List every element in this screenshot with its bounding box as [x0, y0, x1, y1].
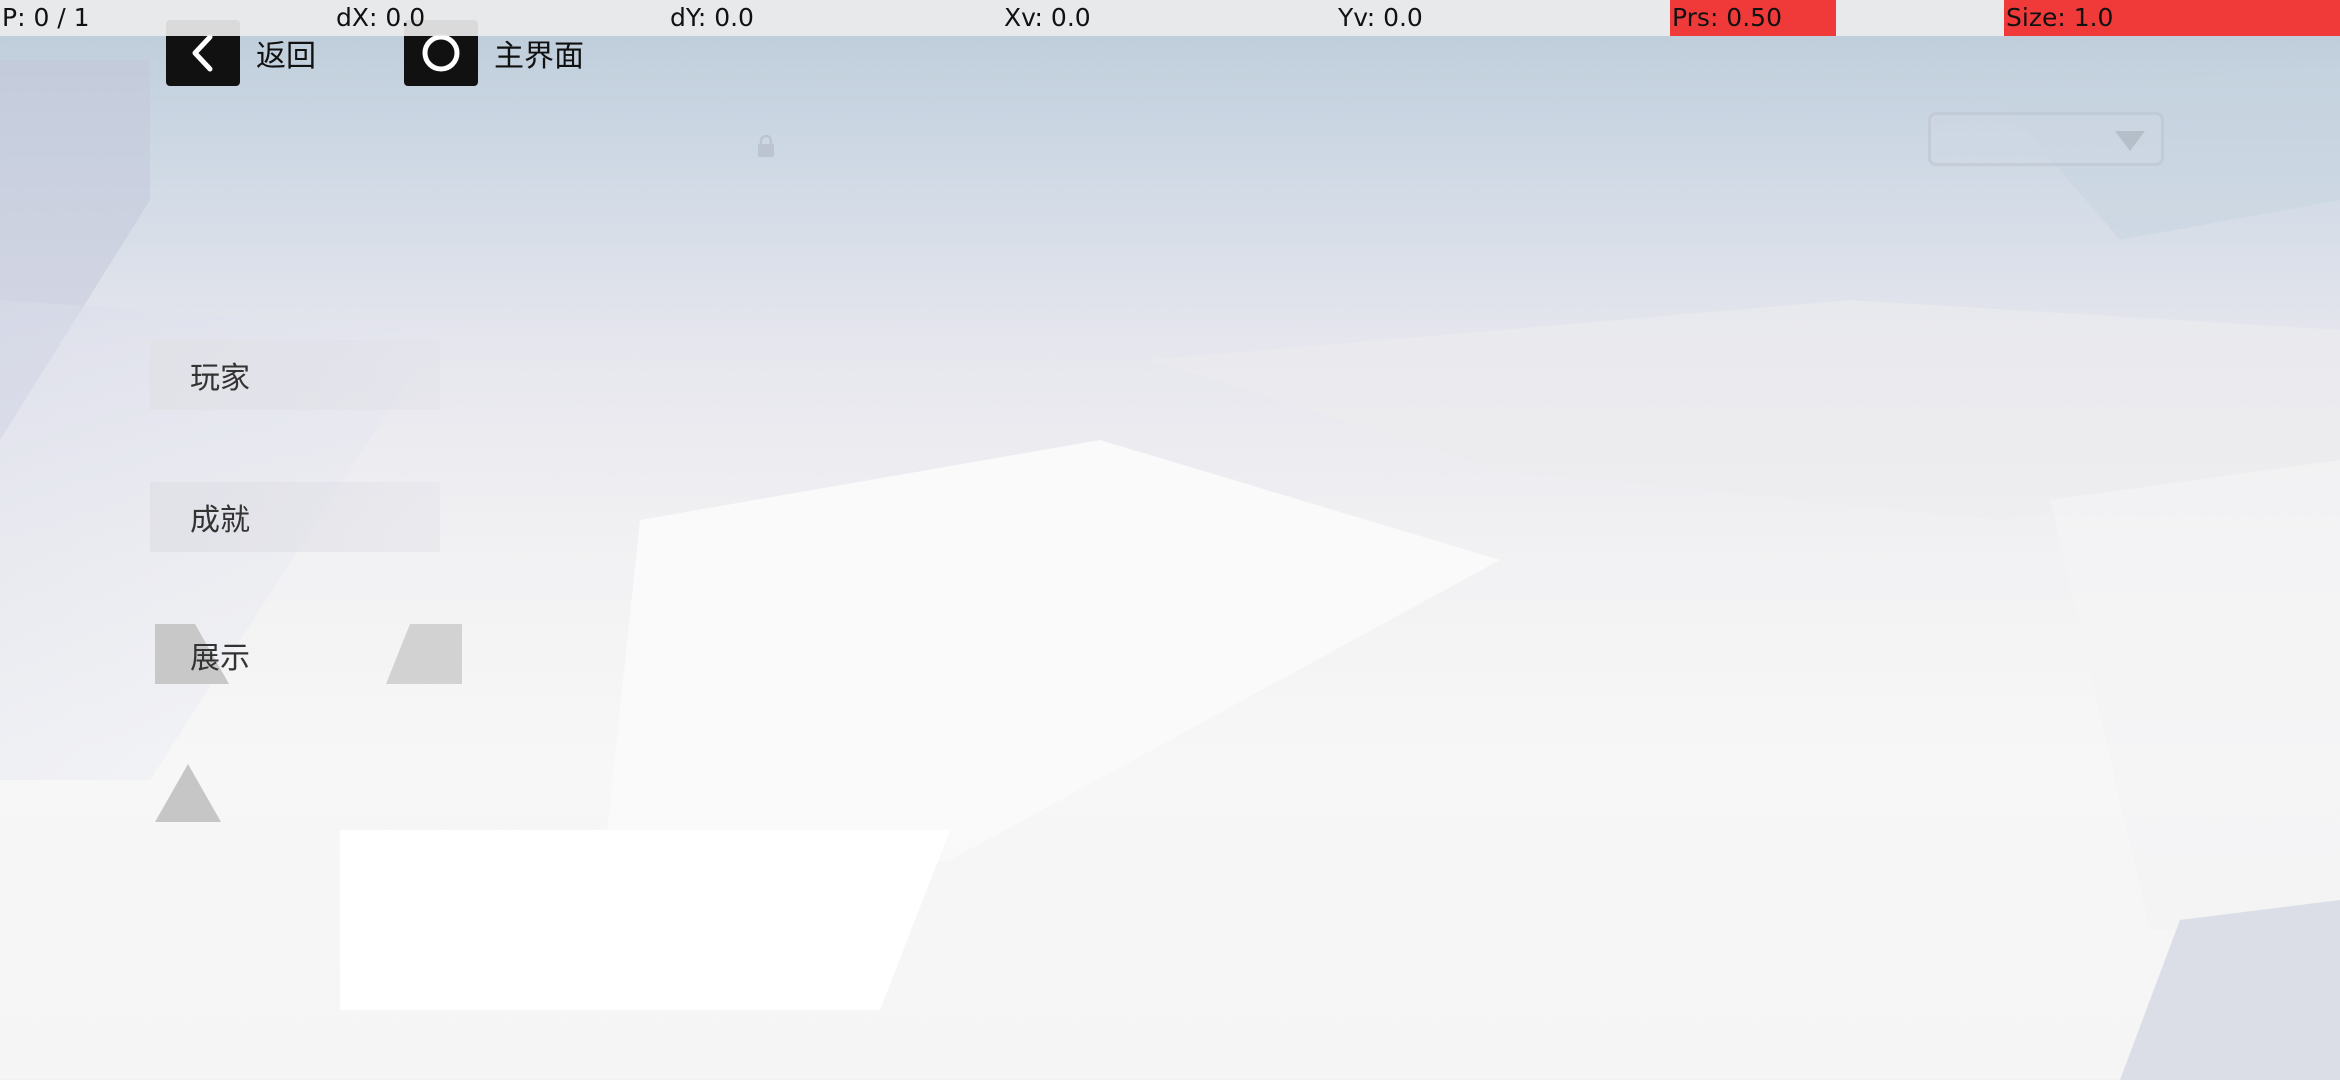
menu-item-label: 玩家: [190, 361, 250, 396]
velocity-y: Yv: 0.0: [1338, 3, 1423, 32]
delta-y: dY: 0.0: [670, 3, 754, 32]
pressure: Prs: 0.50: [1670, 0, 1836, 36]
menu-item-label: 展示: [190, 641, 250, 676]
pointer-count: P: 0 / 1: [2, 3, 90, 32]
triangle-up-icon[interactable]: [155, 764, 221, 822]
pointer-location-bar: P: 0 / 1 dX: 0.0 dY: 0.0 Xv: 0.0 Yv: 0.0…: [0, 0, 2340, 36]
menu-item-achievements[interactable]: 成就: [150, 482, 440, 552]
lock-icon: [758, 134, 774, 157]
touch-size: Size: 1.0: [2004, 0, 2340, 36]
home-label: 主界面: [494, 39, 584, 74]
menu-item-label: 成就: [190, 503, 250, 538]
velocity-x: Xv: 0.0: [1004, 3, 1091, 32]
back-label: 返回: [256, 39, 316, 74]
menu-item-player[interactable]: 玩家: [150, 340, 440, 410]
filter-dropdown[interactable]: [1928, 112, 2164, 166]
triangle-down-icon: [2115, 131, 2145, 151]
delta-x: dX: 0.0: [336, 3, 426, 32]
menu-item-showcase[interactable]: 展示: [150, 620, 440, 690]
